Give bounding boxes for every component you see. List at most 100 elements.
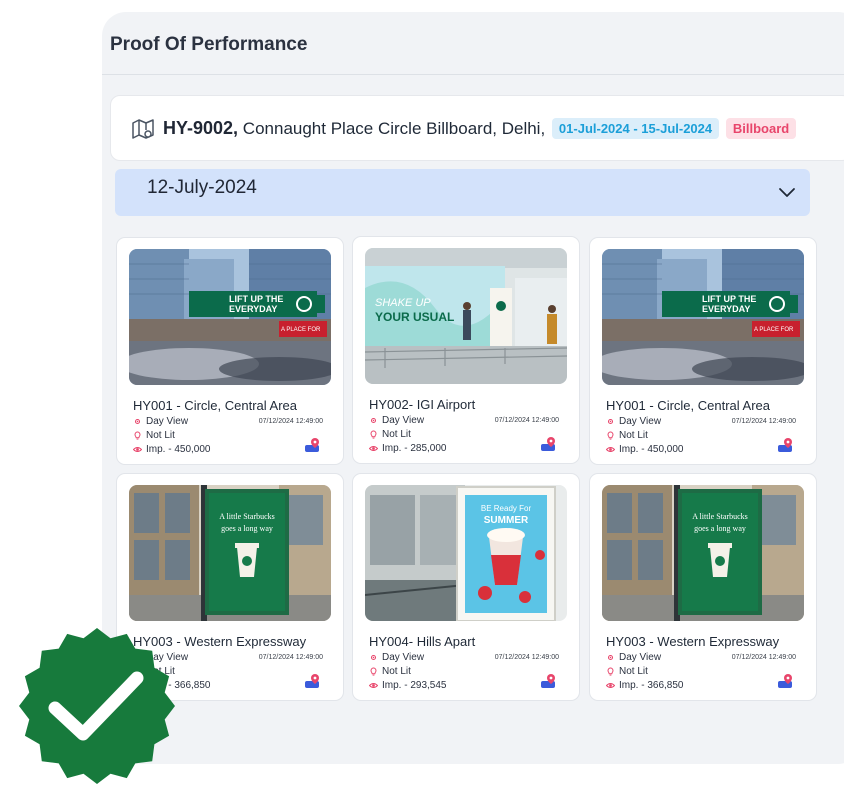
map-pin-button-icon[interactable] — [778, 437, 796, 453]
impressions-value: Imp. - 450,000 — [619, 444, 684, 455]
site-photo[interactable]: BE Ready For SUMMER — [365, 485, 567, 621]
view-label: Day View — [619, 652, 662, 663]
impressions-value: Imp. - 366,850 — [619, 680, 684, 691]
bulb-icon — [370, 667, 377, 676]
view-row: Day View — [133, 416, 188, 427]
eye-icon — [369, 446, 378, 451]
date-range-badge: 01-Jul-2024 - 15-Jul-2024 — [551, 118, 720, 139]
map-pin-button-icon[interactable] — [541, 673, 559, 689]
selected-date: 12-July-2024 — [147, 177, 257, 198]
impressions-row: Imp. - 366,850 — [606, 680, 683, 691]
timestamp: 07/12/2024 12:49:00 — [494, 417, 559, 424]
sun-icon — [607, 418, 614, 425]
svg-text:EVERYDAY: EVERYDAY — [702, 304, 750, 314]
eye-icon — [369, 683, 378, 688]
sun-icon — [607, 654, 614, 661]
svg-text:EVERYDAY: EVERYDAY — [229, 304, 277, 314]
svg-text:A PLACE FOR: A PLACE FOR — [754, 327, 794, 333]
site-card-1[interactable]: LIFT UP THE EVERYDAY A PLACE FOR HY001 -… — [116, 237, 344, 465]
impressions-value: Imp. - 450,000 — [146, 444, 211, 455]
bus-shelter-photo: A little Starbucks goes a long way — [129, 485, 331, 621]
card-title: HY003 - Western Expressway — [606, 634, 780, 649]
bulb-icon — [370, 430, 377, 439]
billboard-photo: LIFT UP THE EVERYDAY A PLACE FOR — [602, 249, 804, 385]
svg-text:SHAKE UP: SHAKE UP — [375, 297, 431, 309]
svg-text:SUMMER: SUMMER — [484, 515, 529, 526]
svg-text:BE Ready For: BE Ready For — [481, 504, 532, 513]
chevron-down-icon — [779, 188, 795, 197]
svg-text:A little Starbucks: A little Starbucks — [219, 512, 275, 521]
lit-label: Not Lit — [619, 430, 648, 441]
site-photo[interactable]: A little Starbucks goes a long way — [602, 485, 804, 621]
timestamp: 07/12/2024 12:49:00 — [494, 654, 559, 661]
card-title: HY002- IGI Airport — [369, 397, 476, 412]
map-pin-button-icon[interactable] — [305, 673, 323, 689]
media-type-badge: Billboard — [725, 118, 797, 139]
site-photo[interactable]: LIFT UP THE EVERYDAY A PLACE FOR — [602, 249, 804, 385]
summer-poster-photo: BE Ready For SUMMER — [365, 485, 567, 621]
impressions-value: Imp. - 285,000 — [382, 443, 447, 454]
timestamp: 07/12/2024 12:49:00 — [258, 418, 323, 425]
impressions-row: Imp. - 285,000 — [369, 443, 446, 454]
sun-icon — [370, 654, 377, 661]
view-label: Day View — [382, 652, 425, 663]
view-label: Day View — [146, 416, 189, 427]
view-row: Day View — [369, 415, 424, 426]
site-card-5[interactable]: BE Ready For SUMMER HY004- Hills Apart D… — [352, 473, 580, 701]
lit-label: Not Lit — [146, 430, 175, 441]
site-info-card: HY-9002, Connaught Place Circle Billboar… — [110, 95, 844, 161]
site-photo[interactable]: A little Starbucks goes a long way — [129, 485, 331, 621]
map-pin-button-icon[interactable] — [778, 673, 796, 689]
lit-row: Not Lit — [606, 666, 648, 677]
bus-shelter-photo: A little Starbucks goes a long way — [602, 485, 804, 621]
view-label: Day View — [382, 415, 425, 426]
site-card-3[interactable]: LIFT UP THE EVERYDAY A PLACE FOR HY001 -… — [589, 237, 817, 465]
map-pin-button-icon[interactable] — [305, 437, 323, 453]
card-title: HY004- Hills Apart — [369, 634, 476, 649]
timestamp: 07/12/2024 12:49:00 — [731, 418, 796, 425]
svg-text:A PLACE FOR: A PLACE FOR — [281, 327, 321, 333]
verified-check-icon — [19, 628, 175, 784]
eye-icon — [606, 683, 615, 688]
site-address: Connaught Place Circle Billboard, Delhi, — [242, 119, 546, 138]
card-title: HY001 - Circle, Central Area — [606, 398, 771, 413]
lit-row: Not Lit — [606, 430, 648, 441]
panel-title: Proof Of Performance — [110, 34, 308, 55]
svg-text:YOUR USUAL: YOUR USUAL — [375, 310, 454, 324]
site-card-2[interactable]: SHAKE UP YOUR USUAL HY002- IGI Airport D… — [352, 236, 580, 464]
sun-icon — [134, 418, 141, 425]
lit-label: Not Lit — [619, 666, 648, 677]
view-row: Day View — [369, 652, 424, 663]
bulb-icon — [134, 431, 141, 440]
map-icon — [132, 119, 154, 139]
site-photo[interactable]: SHAKE UP YOUR USUAL — [365, 248, 567, 384]
impressions-row: Imp. - 293,545 — [369, 680, 446, 691]
timestamp: 07/12/2024 12:49:00 — [731, 654, 796, 661]
site-photo[interactable]: LIFT UP THE EVERYDAY A PLACE FOR — [129, 249, 331, 385]
view-row: Day View — [606, 652, 661, 663]
view-row: Day View — [606, 416, 661, 427]
eye-icon — [133, 447, 142, 452]
impressions-row: Imp. - 450,000 — [606, 444, 683, 455]
timestamp: 07/12/2024 12:49:00 — [258, 654, 323, 661]
lit-label: Not Lit — [382, 429, 411, 440]
site-card-6[interactable]: A little Starbucks goes a long way HY003… — [589, 473, 817, 701]
svg-text:LIFT UP THE: LIFT UP THE — [229, 294, 283, 304]
map-pin-button-icon[interactable] — [541, 436, 559, 452]
impressions-value: Imp. - 293,545 — [382, 680, 447, 691]
lit-row: Not Lit — [369, 666, 411, 677]
airport-photo: SHAKE UP YOUR USUAL — [365, 248, 567, 384]
sun-icon — [370, 417, 377, 424]
svg-text:goes a long way: goes a long way — [694, 524, 746, 533]
svg-text:LIFT UP THE: LIFT UP THE — [702, 294, 756, 304]
lit-label: Not Lit — [382, 666, 411, 677]
site-line: HY-9002, Connaught Place Circle Billboar… — [163, 118, 797, 139]
site-code: HY-9002, — [163, 118, 239, 138]
billboard-photo: LIFT UP THE EVERYDAY A PLACE FOR — [129, 249, 331, 385]
bulb-icon — [607, 667, 614, 676]
lit-row: Not Lit — [133, 430, 175, 441]
view-label: Day View — [619, 416, 662, 427]
svg-text:A little Starbucks: A little Starbucks — [692, 512, 748, 521]
impressions-row: Imp. - 450,000 — [133, 444, 210, 455]
date-dropdown[interactable]: 12-July-2024 — [115, 169, 810, 216]
